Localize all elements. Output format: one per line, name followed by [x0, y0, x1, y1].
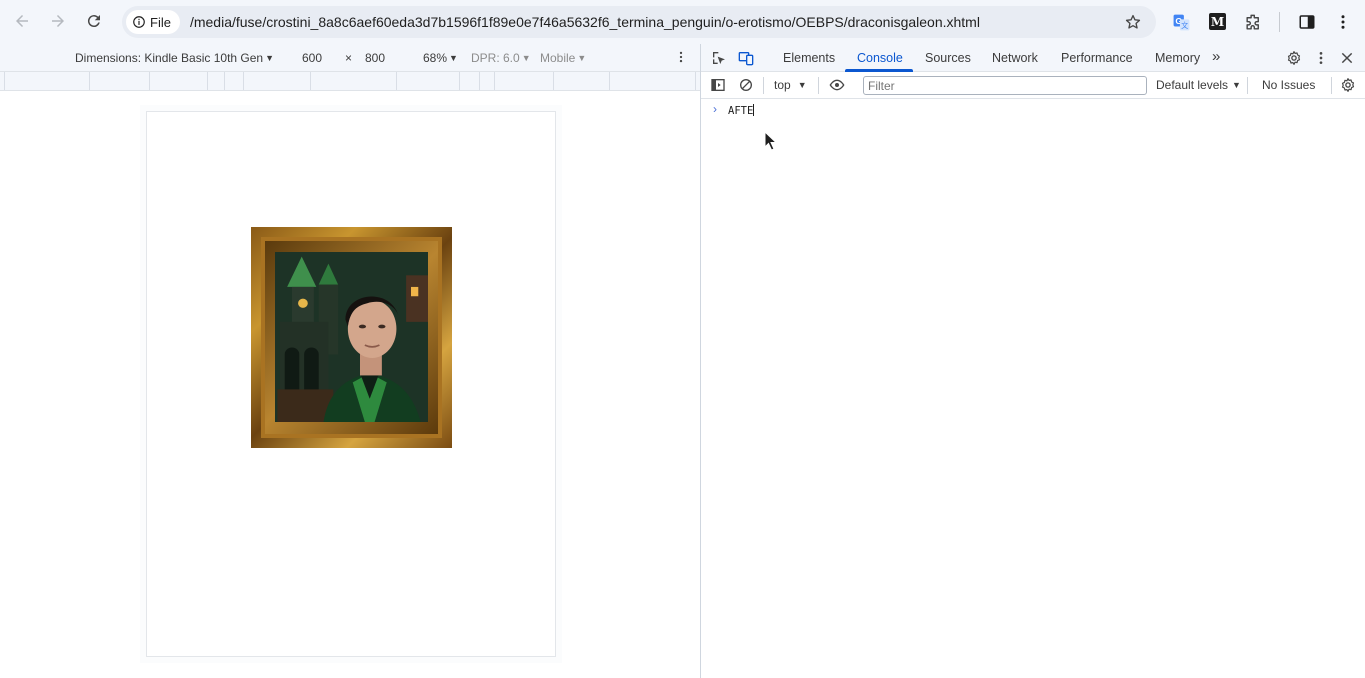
- m-extension-button[interactable]: M: [1209, 13, 1226, 30]
- console-toolbar: top▼ Default levels▼ No Issues: [701, 72, 1365, 99]
- site-chip-label: File: [150, 14, 171, 30]
- side-panel-icon: [1299, 15, 1315, 29]
- puzzle-icon: [1245, 14, 1259, 30]
- tab-memory[interactable]: Memory: [1155, 51, 1200, 65]
- clear-console-button[interactable]: [737, 76, 755, 94]
- live-expression-button[interactable]: [828, 76, 846, 94]
- portrait-frame: [251, 227, 452, 448]
- emulated-viewport: [0, 92, 700, 678]
- tab-network[interactable]: Network: [992, 51, 1038, 65]
- translate-extension-button[interactable]: G文: [1171, 12, 1191, 32]
- devtools-menu-button[interactable]: [1312, 49, 1330, 67]
- svg-text:文: 文: [1181, 21, 1188, 30]
- device-dimensions-label: Dimensions: Kindle Basic 10th Gen: [75, 51, 264, 65]
- zoom-label: 68%: [423, 51, 448, 65]
- caret-down-icon: ▼: [577, 53, 587, 63]
- back-icon: [16, 15, 28, 27]
- portrait-illustration: [275, 252, 428, 422]
- back-button[interactable]: [10, 9, 34, 33]
- prompt-chevron-icon: ›: [713, 102, 717, 116]
- device-width-input[interactable]: 600: [302, 51, 322, 65]
- toolbar-divider: [1279, 12, 1280, 32]
- console-settings-button[interactable]: [1339, 76, 1357, 94]
- browser-toolbar: File /media/fuse/crostini_8a8c6aef60eda3…: [0, 0, 1365, 44]
- log-levels-label: Default levels: [1156, 78, 1229, 92]
- device-toolbar: Dimensions: Kindle Basic 10th Gen ▼ 600 ×…: [0, 44, 700, 72]
- device-toolbar-toggle[interactable]: [737, 49, 755, 67]
- devtools-settings-button[interactable]: [1285, 49, 1303, 67]
- mode-select[interactable]: Mobile ▼: [540, 51, 586, 65]
- device-mode-icon: [738, 52, 754, 66]
- caret-down-icon: ▼: [449, 53, 458, 63]
- zoom-select[interactable]: 68% ▼: [423, 51, 458, 65]
- context-label: top: [774, 78, 791, 92]
- browser-menu-button[interactable]: [1333, 12, 1353, 32]
- console-input-text: AFTE: [728, 105, 754, 117]
- caret-down-icon: ▼: [1232, 80, 1241, 90]
- address-bar[interactable]: File /media/fuse/crostini_8a8c6aef60eda3…: [122, 6, 1156, 38]
- side-panel-button[interactable]: [1297, 12, 1317, 32]
- tab-elements[interactable]: Elements: [783, 51, 835, 65]
- sidebar-toggle-icon: [711, 79, 725, 91]
- forward-button[interactable]: [46, 9, 70, 33]
- gear-icon: [1341, 78, 1355, 92]
- dpr-select[interactable]: DPR: 6.0 ▼: [471, 51, 531, 65]
- tab-performance[interactable]: Performance: [1061, 51, 1133, 65]
- more-tabs-button[interactable]: »: [1212, 48, 1220, 65]
- media-query-ruler[interactable]: [0, 72, 700, 91]
- toolbar-separator: [763, 77, 764, 94]
- clear-circle-icon: [740, 79, 752, 91]
- issues-button[interactable]: No Issues: [1262, 78, 1315, 92]
- dimension-times-label: ×: [345, 51, 353, 65]
- inspect-cursor-icon: [713, 52, 725, 64]
- devtools-tab-bar: Elements Console Sources Network Perform…: [701, 44, 1365, 72]
- context-select[interactable]: top ▼: [774, 78, 807, 92]
- kebab-menu-icon: [679, 51, 683, 63]
- portrait-frame-inner: [261, 237, 442, 438]
- emulated-page: [146, 111, 556, 657]
- reload-icon: [87, 15, 100, 28]
- extensions-button[interactable]: [1243, 12, 1263, 32]
- toolbar-separator: [1331, 77, 1332, 94]
- close-icon: [1341, 52, 1353, 64]
- info-icon: [133, 16, 145, 28]
- console-filter-input[interactable]: [863, 76, 1147, 95]
- devtools-panel: Elements Console Sources Network Perform…: [700, 44, 1365, 678]
- device-dimensions-select[interactable]: Dimensions: Kindle Basic 10th Gen ▼: [75, 51, 274, 65]
- tab-sources[interactable]: Sources: [925, 51, 971, 65]
- caret-down-icon: ▼: [265, 53, 275, 63]
- tab-console[interactable]: Console: [857, 51, 903, 65]
- device-toolbar-menu-button[interactable]: [674, 50, 688, 67]
- toolbar-separator: [1247, 77, 1248, 94]
- mode-label: Mobile: [540, 51, 576, 65]
- kebab-menu-icon: [1341, 15, 1345, 29]
- log-levels-select[interactable]: Default levels ▼: [1156, 78, 1241, 92]
- kebab-menu-icon: [1319, 52, 1323, 64]
- console-input[interactable]: AFTE: [728, 104, 755, 117]
- inspect-element-button[interactable]: [710, 49, 728, 67]
- text-caret: [753, 104, 755, 116]
- reload-button[interactable]: [82, 9, 106, 33]
- url-text[interactable]: /media/fuse/crostini_8a8c6aef60eda3d7b15…: [190, 14, 980, 30]
- devtools-close-button[interactable]: [1338, 49, 1356, 67]
- translate-icon: G文: [1173, 14, 1189, 30]
- gear-icon: [1287, 51, 1301, 65]
- forward-icon: [52, 15, 64, 27]
- dpr-label: DPR: 6.0: [471, 51, 520, 65]
- site-info-chip[interactable]: File: [126, 10, 180, 34]
- console-prompt-line[interactable]: › AFTE: [701, 100, 1365, 120]
- portrait-image: [275, 252, 428, 422]
- caret-down-icon: ▼: [797, 80, 807, 90]
- caret-down-icon: ▼: [521, 53, 531, 63]
- device-height-input[interactable]: 800: [365, 51, 385, 65]
- eye-icon: [829, 79, 845, 91]
- console-sidebar-toggle[interactable]: [709, 76, 727, 94]
- mouse-pointer-icon: [764, 131, 778, 151]
- star-icon[interactable]: [1124, 13, 1142, 31]
- toolbar-separator: [818, 77, 819, 94]
